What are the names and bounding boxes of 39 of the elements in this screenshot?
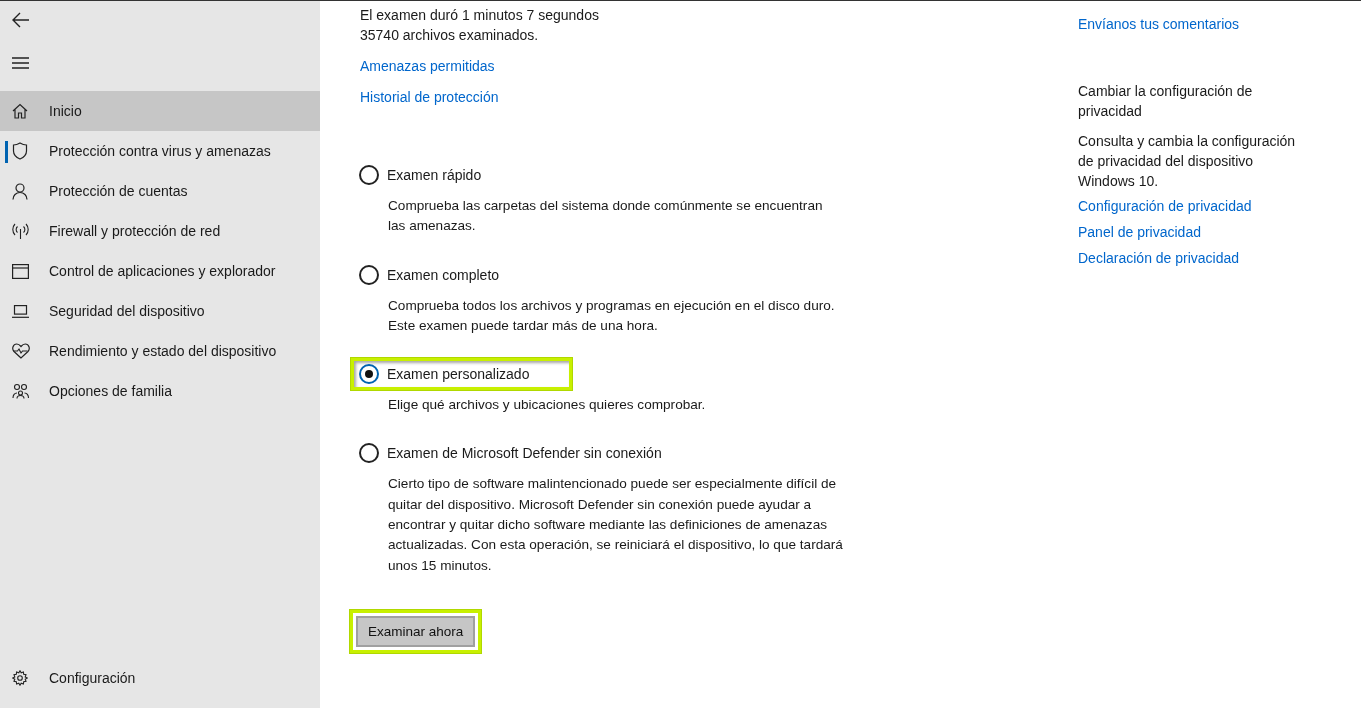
- option-description: Comprueba todos los archivos y programas en ejecución en el disco duro. Este examen puede tardar más de una hora.: [388, 296, 836, 335]
- privacy-description: Consulta y cambia la configuración de privacidad del dispositivo Windows 10.: [1078, 132, 1297, 191]
- settings-item[interactable]: Configuración: [0, 658, 320, 698]
- option-description: Comprueba las carpetas del sistema donde comúnmente se encuentran las amenazas.: [388, 197, 824, 236]
- radio-option[interactable]: Examen de Microsoft Defender sin conexión: [359, 443, 662, 464]
- radio-option[interactable]: Examen completo: [359, 264, 500, 285]
- settings-icon: [12, 670, 28, 686]
- person-icon: [12, 182, 28, 200]
- scan-info-text: El examen duró 1 minutos 7 segundos: [360, 6, 600, 25]
- feedback-link[interactable]: Envíanos tus comentarios: [1078, 14, 1240, 34]
- privacy-link[interactable]: Declaración de privacidad: [1078, 248, 1240, 268]
- sidebar-item[interactable]: Control de aplicaciones y explorador: [0, 251, 320, 291]
- privacy-link[interactable]: Configuración de privacidad: [1078, 196, 1252, 216]
- scan-now-button[interactable]: Examinar ahora: [356, 615, 476, 647]
- option-description: Elige qué archivos y ubicaciones quieres comprobar.: [388, 396, 707, 415]
- window-icon: [12, 263, 29, 279]
- sidebar-item[interactable]: Inicio: [0, 91, 320, 131]
- privacy-link[interactable]: Panel de privacidad: [1078, 222, 1201, 242]
- privacy-heading: Cambiar la configuración de privacidad: [1078, 82, 1254, 121]
- shield-icon: [12, 142, 28, 160]
- sidebar-item[interactable]: Opciones de familia: [0, 371, 320, 411]
- sidebar-item[interactable]: Protección contra virus y amenazas: [0, 131, 320, 171]
- laptop-icon: [12, 304, 29, 318]
- family-icon: [12, 383, 30, 399]
- back-icon[interactable]: [12, 12, 30, 28]
- heart-icon: [12, 343, 30, 359]
- link[interactable]: Historial de protección: [360, 87, 499, 107]
- home-icon: [12, 103, 28, 119]
- menu-icon[interactable]: [12, 57, 29, 69]
- radio-option[interactable]: Examen personalizado: [359, 364, 530, 385]
- antenna-icon: [12, 223, 29, 239]
- sidebar-item[interactable]: Seguridad del dispositivo: [0, 291, 320, 331]
- scan-info-text: 35740 archivos examinados.: [360, 26, 540, 45]
- sidebar-item[interactable]: Protección de cuentas: [0, 171, 320, 211]
- link[interactable]: Amenazas permitidas: [360, 56, 495, 76]
- sidebar-item[interactable]: Firewall y protección de red: [0, 211, 320, 251]
- option-description: Cierto tipo de software malintencionado puede ser especialmente difícil de quitar del dispositivo. Microsoft Defender sin conexión puede ayudar a encontrar y quitar dicho software mediante las definiciones de amenazas actualizadas. Con esta operación, se reiniciará el dispositivo, lo que tardará unos 15 minutos.: [388, 475, 843, 575]
- sidebar-item[interactable]: Rendimiento y estado del dispositivo: [0, 331, 320, 371]
- radio-option[interactable]: Examen rápido: [359, 165, 482, 185]
